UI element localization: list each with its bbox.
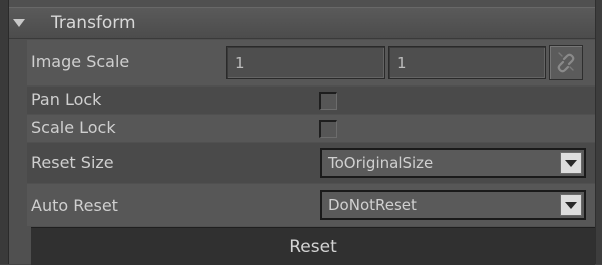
image-scale-y-value: 1 [397,53,407,72]
window-left-frame [0,0,9,264]
image-scale-row: Image Scale 1 1 [27,40,595,85]
reset-size-row: Reset Size ToOriginalSize [27,143,595,183]
link-scale-button[interactable] [549,45,583,80]
scale-lock-checkbox[interactable] [319,120,337,138]
auto-reset-dropdown[interactable]: DoNotReset [320,190,586,220]
pan-lock-label: Pan Lock [31,90,102,109]
transform-section-header[interactable]: Transform [9,7,595,39]
reset-size-label: Reset Size [31,153,114,172]
image-scale-y-field[interactable]: 1 [388,46,546,79]
reset-button[interactable]: Reset [31,227,595,265]
dropdown-arrow-icon[interactable] [560,152,582,174]
window-right-frame [595,0,602,264]
pan-lock-checkbox[interactable] [319,92,337,110]
reset-size-value: ToOriginalSize [328,154,434,172]
chain-link-icon [557,51,575,72]
image-scale-label: Image Scale [31,52,130,71]
dropdown-arrow-icon[interactable] [560,194,582,216]
image-scale-x-value: 1 [235,53,245,72]
collapse-triangle-icon[interactable] [13,19,25,27]
transform-panel: Transform Image Scale 1 1 Pan Lock Scale… [9,0,595,265]
auto-reset-row: Auto Reset DoNotReset [27,184,595,226]
scale-lock-label: Scale Lock [31,118,116,137]
image-scale-x-field[interactable]: 1 [226,46,385,79]
section-title: Transform [51,13,136,33]
pan-lock-row: Pan Lock [27,87,595,114]
auto-reset-value: DoNotReset [328,196,417,214]
auto-reset-label: Auto Reset [31,196,118,215]
scale-lock-row: Scale Lock [27,115,595,142]
reset-size-dropdown[interactable]: ToOriginalSize [320,148,586,178]
